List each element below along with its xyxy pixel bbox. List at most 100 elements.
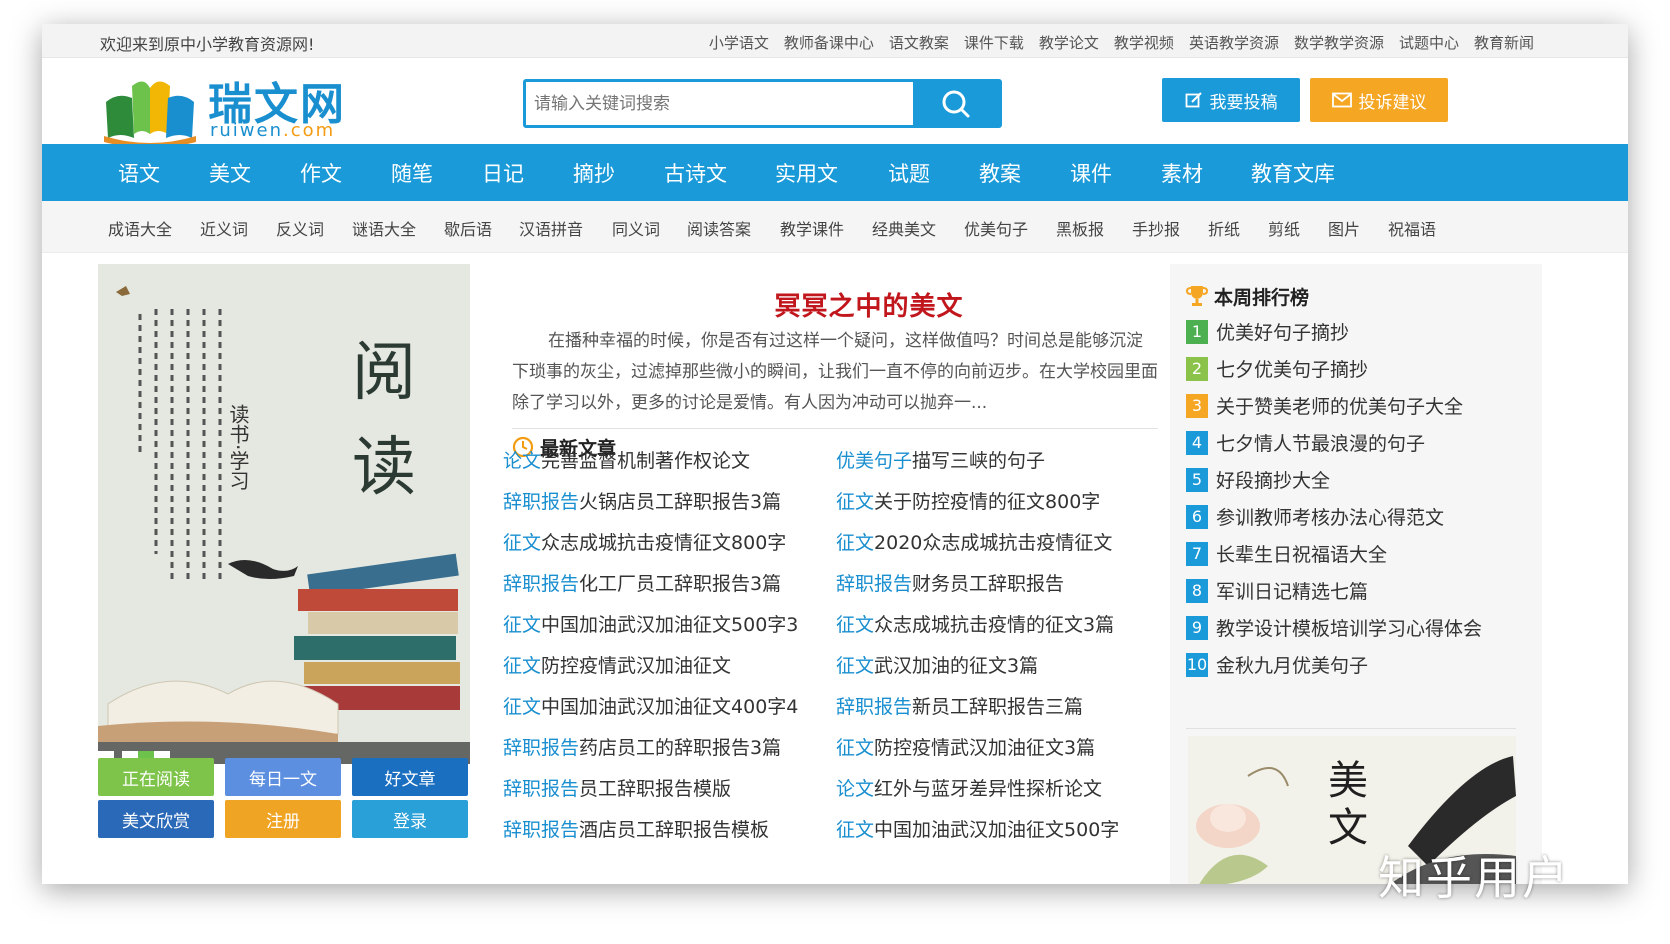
subnav-item[interactable]: 阅读答案 xyxy=(687,216,751,240)
nav-item[interactable]: 试题 xyxy=(888,158,930,188)
article-link[interactable]: 征文中国加油武汉加油征文400字4 xyxy=(503,692,798,719)
article-link[interactable]: 征文防控疫情武汉加油征文3篇 xyxy=(836,733,1095,760)
register-button[interactable]: 注册 xyxy=(225,800,341,838)
ranking-item[interactable]: 2 七夕优美句子摘抄 xyxy=(1186,355,1368,382)
rank-number: 1 xyxy=(1186,319,1208,344)
nav-item[interactable]: 素材 xyxy=(1161,158,1203,188)
nav-item[interactable]: 古诗文 xyxy=(664,158,727,188)
top-link[interactable]: 小学语文 xyxy=(709,32,769,53)
reading-now-button[interactable]: 正在阅读 xyxy=(98,758,214,796)
ranking-heading: 本周排行榜 xyxy=(1186,282,1309,310)
article-link[interactable]: 论文完善监督机制著作权论文 xyxy=(503,446,750,473)
subnav-item[interactable]: 黑板报 xyxy=(1056,216,1104,240)
nav-item[interactable]: 教案 xyxy=(979,158,1021,188)
subnav-item[interactable]: 教学课件 xyxy=(780,216,844,240)
mail-icon xyxy=(1331,92,1352,108)
ranking-item[interactable]: 1 优美好句子摘抄 xyxy=(1186,318,1349,345)
edit-icon xyxy=(1185,92,1202,108)
article-link[interactable]: 辞职报告员工辞职报告模版 xyxy=(503,774,731,801)
article-link[interactable]: 征文武汉加油的征文3篇 xyxy=(836,651,1038,678)
top-link[interactable]: 教师备课中心 xyxy=(784,32,874,53)
subnav-item[interactable]: 成语大全 xyxy=(108,216,172,240)
submit-article-button[interactable]: 我要投稿 xyxy=(1162,78,1300,122)
daily-article-button[interactable]: 每日一文 xyxy=(225,758,341,796)
top-link[interactable]: 试题中心 xyxy=(1399,32,1459,53)
ranking-item[interactable]: 6 参训教师考核办法心得范文 xyxy=(1186,503,1444,530)
top-link[interactable]: 语文教案 xyxy=(889,32,949,53)
ranking-item[interactable]: 8 军训日记精选七篇 xyxy=(1186,577,1368,604)
top-link[interactable]: 课件下载 xyxy=(964,32,1024,53)
top-link[interactable]: 教育新闻 xyxy=(1474,32,1534,53)
nav-item[interactable]: 作文 xyxy=(300,158,342,188)
ranking-item[interactable]: 3 关于赞美老师的优美句子大全 xyxy=(1186,392,1463,419)
search-icon xyxy=(942,90,970,118)
site-logo[interactable]: 瑞文网 ruiwen.com xyxy=(100,68,370,148)
banner-slideshow[interactable]: 阅 读 读书·学习 xyxy=(98,264,470,764)
top-links: 小学语文 教师备课中心 语文教案 课件下载 教学论文 教学视频 英语教学资源 数… xyxy=(709,32,1534,53)
search-box xyxy=(523,79,1002,128)
article-link[interactable]: 辞职报告酒店员工辞职报告模板 xyxy=(503,815,769,842)
ranking-item[interactable]: 10 金秋九月优美句子 xyxy=(1186,651,1368,678)
browser-page: 欢迎来到原中小学教育资源网! 小学语文 教师备课中心 语文教案 课件下载 教学论… xyxy=(42,24,1628,884)
top-link[interactable]: 数学教学资源 xyxy=(1294,32,1384,53)
ranking-item[interactable]: 4 七夕情人节最浪漫的句子 xyxy=(1186,429,1425,456)
article-link[interactable]: 论文红外与蓝牙差异性探析论文 xyxy=(836,774,1102,801)
article-link[interactable]: 征文中国加油武汉加油征文500字3 xyxy=(503,610,798,637)
complaint-button[interactable]: 投诉建议 xyxy=(1310,78,1448,122)
article-link[interactable]: 辞职报告药店员工的辞职报告3篇 xyxy=(503,733,781,760)
subnav-item[interactable]: 近义词 xyxy=(200,216,248,240)
top-link[interactable]: 教学论文 xyxy=(1039,32,1099,53)
top-link[interactable]: 教学视频 xyxy=(1114,32,1174,53)
article-link[interactable]: 征文2020众志成城抗击疫情征文 xyxy=(836,528,1112,555)
article-link[interactable]: 征文众志成城抗击疫情的征文3篇 xyxy=(836,610,1114,637)
top-link[interactable]: 英语教学资源 xyxy=(1189,32,1279,53)
article-link[interactable]: 辞职报告财务员工辞职报告 xyxy=(836,569,1064,596)
nav-item[interactable]: 摘抄 xyxy=(573,158,615,188)
sub-nav: 成语大全 近义词 反义词 谜语大全 歇后语 汉语拼音 同义词 阅读答案 教学课件… xyxy=(42,201,1628,253)
rank-number: 6 xyxy=(1186,504,1208,529)
search-input[interactable] xyxy=(534,90,904,118)
svg-text:读: 读 xyxy=(352,431,416,505)
rank-number: 2 xyxy=(1186,356,1208,381)
nav-item[interactable]: 美文 xyxy=(209,158,251,188)
article-link[interactable]: 征文防控疫情武汉加油征文 xyxy=(503,651,731,678)
ranking-item[interactable]: 9 教学设计模板培训学习心得体会 xyxy=(1186,614,1482,641)
nav-item[interactable]: 实用文 xyxy=(775,158,838,188)
nav-item[interactable]: 语文 xyxy=(118,158,160,188)
complaint-label: 投诉建议 xyxy=(1358,92,1427,113)
rank-number: 8 xyxy=(1186,578,1208,603)
article-link[interactable]: 征文众志成城抗击疫情征文800字 xyxy=(503,528,786,555)
subnav-item[interactable]: 经典美文 xyxy=(872,216,936,240)
book-logo-icon xyxy=(104,81,196,144)
subnav-item[interactable]: 优美句子 xyxy=(964,216,1028,240)
subnav-item[interactable]: 剪纸 xyxy=(1268,216,1300,240)
article-link[interactable]: 辞职报告化工厂员工辞职报告3篇 xyxy=(503,569,781,596)
login-button[interactable]: 登录 xyxy=(352,800,468,838)
nav-item[interactable]: 随笔 xyxy=(391,158,433,188)
subnav-item[interactable]: 图片 xyxy=(1328,216,1360,240)
subnav-item[interactable]: 折纸 xyxy=(1208,216,1240,240)
article-link[interactable]: 征文关于防控疫情的征文800字 xyxy=(836,487,1100,514)
subnav-item[interactable]: 同义词 xyxy=(612,216,660,240)
subnav-item[interactable]: 汉语拼音 xyxy=(519,216,583,240)
nav-item[interactable]: 日记 xyxy=(482,158,524,188)
good-articles-button[interactable]: 好文章 xyxy=(352,758,468,796)
subnav-item[interactable]: 谜语大全 xyxy=(352,216,416,240)
article-link[interactable]: 征文中国加油武汉加油征文500字 xyxy=(836,815,1119,842)
article-link[interactable]: 辞职报告新员工辞职报告三篇 xyxy=(836,692,1083,719)
svg-text:文: 文 xyxy=(1328,805,1368,851)
ranking-item[interactable]: 5 好段摘抄大全 xyxy=(1186,466,1330,493)
nav-item[interactable]: 教育文库 xyxy=(1251,158,1335,188)
subnav-item[interactable]: 歇后语 xyxy=(444,216,492,240)
ranking-item[interactable]: 7 长辈生日祝福语大全 xyxy=(1186,540,1387,567)
search-button[interactable] xyxy=(913,82,999,125)
appreciation-button[interactable]: 美文欣赏 xyxy=(98,800,214,838)
featured-title[interactable]: 冥冥之中的美文 xyxy=(474,286,1264,323)
subnav-item[interactable]: 祝福语 xyxy=(1388,216,1436,240)
subnav-item[interactable]: 反义词 xyxy=(276,216,324,240)
article-link[interactable]: 辞职报告火锅店员工辞职报告3篇 xyxy=(503,487,781,514)
article-link[interactable]: 优美句子描写三峡的句子 xyxy=(836,446,1045,473)
reading-banner-image: 阅 读 读书·学习 xyxy=(98,264,470,742)
nav-item[interactable]: 课件 xyxy=(1070,158,1112,188)
subnav-item[interactable]: 手抄报 xyxy=(1132,216,1180,240)
